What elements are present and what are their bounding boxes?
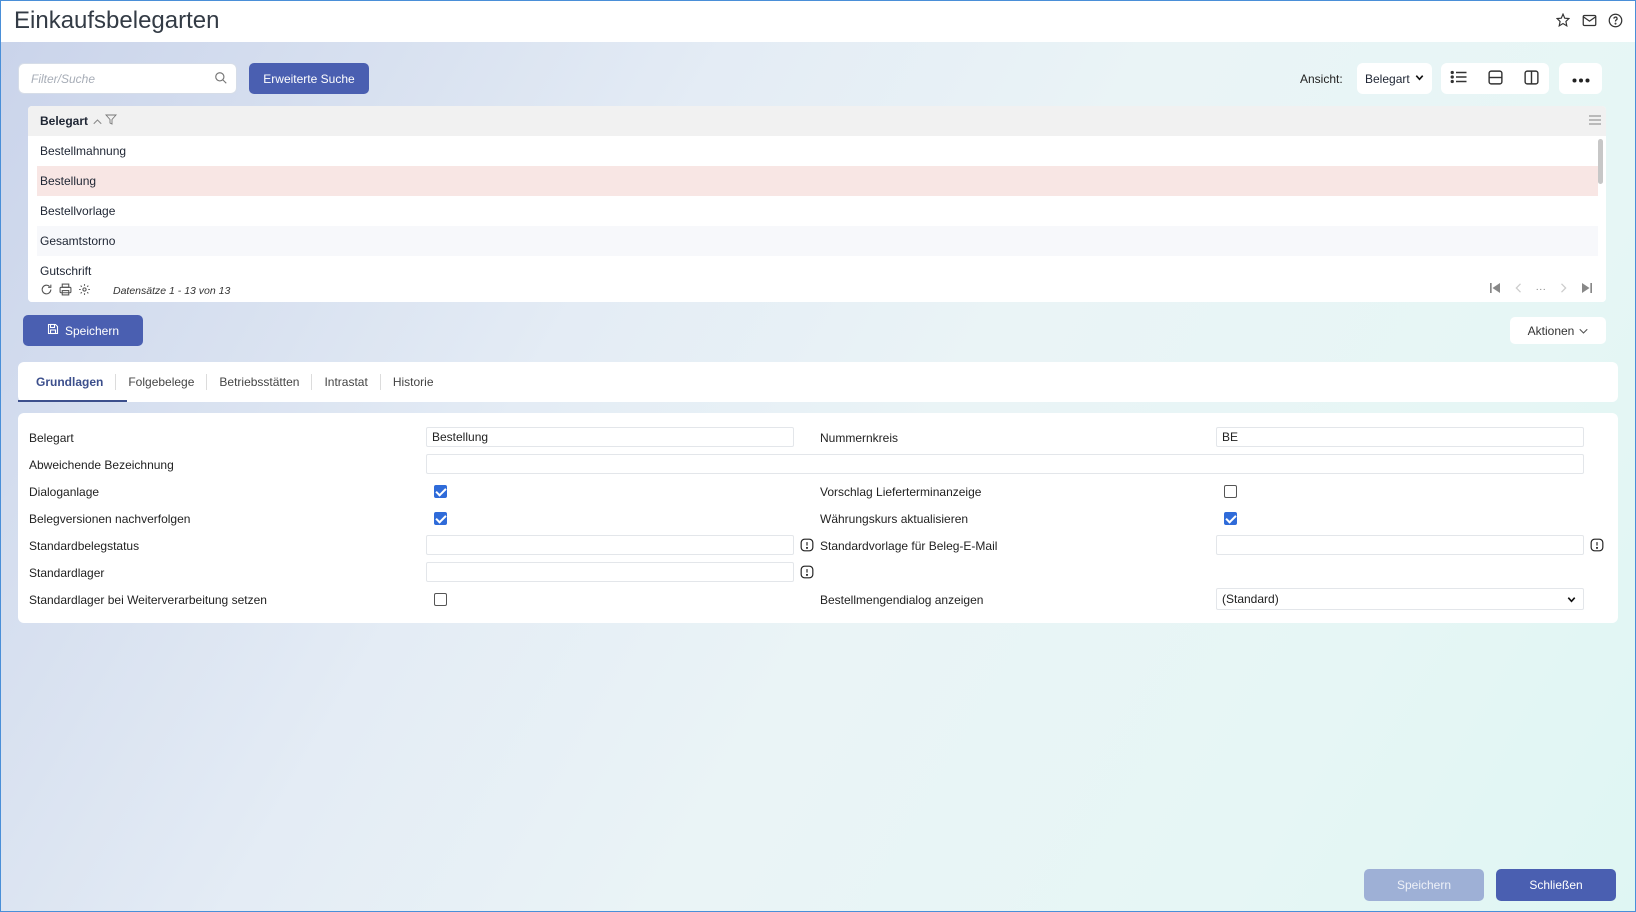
view-select[interactable]: Belegart [1357, 63, 1432, 94]
row-label: Bestellung [40, 174, 97, 188]
next-page-icon[interactable] [1560, 283, 1568, 296]
vorschlag-lieferterminanzeige-label: Vorschlag Lieferterminanzeige [820, 485, 982, 499]
view-select-value: Belegart [1365, 71, 1410, 86]
star-icon[interactable] [1554, 11, 1572, 29]
first-page-icon[interactable] [1489, 283, 1500, 296]
standardvorlage-field[interactable] [1216, 535, 1584, 555]
standardbelegstatus-label: Standardbelegstatus [29, 539, 140, 553]
view-mode-buttons [1441, 63, 1549, 94]
standardlager-weiterverarbeitung-checkbox[interactable] [434, 593, 447, 606]
lookup-info-icon[interactable] [800, 565, 814, 579]
last-page-icon[interactable] [1582, 283, 1592, 296]
horizontal-split-icon[interactable] [1487, 69, 1504, 89]
pager-ellipsis: ··· [1535, 283, 1547, 295]
abweichende-bezeichnung-label: Abweichende Bezeichnung [29, 458, 174, 472]
column-menu-icon[interactable] [1589, 114, 1601, 128]
standardlager-label: Standardlager [29, 566, 105, 580]
refresh-icon[interactable] [40, 283, 53, 299]
actions-label: Aktionen [1527, 323, 1575, 338]
grundlagen-form: Belegart Bestellung Nummernkreis BE Abwe… [18, 413, 1618, 623]
belegversionen-checkbox[interactable] [434, 512, 447, 525]
tab-intrastat[interactable]: Intrastat [312, 362, 379, 402]
list-view-icon[interactable] [1450, 70, 1468, 87]
view-label: Ansicht: [1300, 72, 1343, 86]
standardbelegstatus-field[interactable] [426, 535, 794, 555]
standardvorlage-label: Standardvorlage für Beleg-E-Mail [820, 539, 998, 553]
title-bar: Einkaufsbelegarten [0, 0, 1636, 42]
waehrungskurs-checkbox[interactable] [1224, 512, 1237, 525]
lookup-info-icon[interactable] [800, 538, 814, 552]
window-title: Einkaufsbelegarten [14, 7, 220, 34]
standardlager-field[interactable] [426, 562, 794, 582]
tab-betriebsstaetten[interactable]: Betriebsstätten [207, 362, 311, 402]
chevron-down-icon [1579, 324, 1588, 338]
advanced-search-button[interactable]: Erweiterte Suche [249, 63, 369, 94]
belegart-field[interactable]: Bestellung [426, 427, 794, 447]
waehrungskurs-label: Währungskurs aktualisieren [820, 512, 969, 526]
search-icon[interactable] [214, 71, 228, 88]
column-header-belegart[interactable]: Belegart [40, 114, 88, 128]
table-row[interactable]: Gesamtstorno [37, 226, 1598, 256]
belegart-grid: Belegart Bestellmahnung Bestellung Beste… [28, 106, 1606, 302]
sort-ascending-icon[interactable] [93, 114, 102, 128]
dialoganlage-checkbox[interactable] [434, 485, 447, 498]
table-row[interactable]: Bestellmahnung [37, 136, 1598, 166]
row-label: Bestellmahnung [40, 144, 127, 158]
chevron-down-icon [1566, 594, 1577, 608]
more-icon [1572, 72, 1590, 86]
row-label: Gutschrift [40, 264, 92, 278]
belegart-label: Belegart [29, 431, 74, 445]
vorschlag-lieferterminanzeige-checkbox[interactable] [1224, 485, 1237, 498]
table-row[interactable]: Bestellvorlage [37, 196, 1598, 226]
bestellmengendialog-select[interactable]: (Standard) [1216, 588, 1584, 610]
abweichende-bezeichnung-field[interactable] [426, 454, 1584, 474]
close-button[interactable]: Schließen [1496, 869, 1616, 901]
row-label: Gesamtstorno [40, 234, 116, 248]
save-button[interactable]: Speichern [23, 315, 143, 346]
save-button-label: Speichern [64, 323, 120, 338]
more-options-button[interactable] [1559, 63, 1602, 94]
bestellmengendialog-label: Bestellmengendialog anzeigen [820, 593, 984, 607]
search-input[interactable] [19, 64, 199, 93]
lookup-info-icon[interactable] [1590, 538, 1604, 552]
chevron-down-icon [1414, 72, 1425, 86]
record-count: Datensätze 1 - 13 von 13 [113, 285, 231, 297]
search-box[interactable] [18, 63, 237, 94]
footer-save-button[interactable]: Speichern [1364, 869, 1484, 901]
vertical-split-icon[interactable] [1523, 69, 1540, 89]
actions-dropdown-button[interactable]: Aktionen [1510, 317, 1606, 344]
grid-scrollbar[interactable] [1598, 139, 1603, 184]
print-icon[interactable] [59, 283, 72, 299]
row-label: Bestellvorlage [40, 204, 116, 218]
tab-bar: Grundlagen Folgebelege Betriebsstätten I… [17, 362, 1618, 402]
grid-header[interactable]: Belegart [28, 106, 1606, 136]
tab-folgebelege[interactable]: Folgebelege [116, 362, 206, 402]
pager: ··· [1489, 283, 1592, 296]
tab-grundlagen[interactable]: Grundlagen [17, 362, 128, 402]
tab-historie[interactable]: Historie [381, 362, 446, 402]
belegversionen-label: Belegversionen nachverfolgen [29, 512, 191, 526]
prev-page-icon[interactable] [1514, 283, 1522, 296]
nummernkreis-field[interactable]: BE [1216, 427, 1584, 447]
dialoganlage-label: Dialoganlage [29, 485, 100, 499]
mail-icon[interactable] [1580, 11, 1598, 29]
nummernkreis-label: Nummernkreis [820, 431, 899, 445]
grid-footer: Datensätze 1 - 13 von 13 ··· [28, 280, 1606, 302]
bestellmengendialog-value: (Standard) [1222, 592, 1279, 606]
table-row-selected[interactable]: Bestellung [37, 166, 1598, 196]
standardlager-weiterverarbeitung-label: Standardlager bei Weiterverarbeitung set… [29, 593, 267, 607]
floppy-disk-icon [47, 323, 59, 338]
settings-gear-icon[interactable] [78, 283, 91, 299]
help-icon[interactable] [1606, 11, 1624, 29]
filter-icon[interactable] [105, 114, 118, 128]
